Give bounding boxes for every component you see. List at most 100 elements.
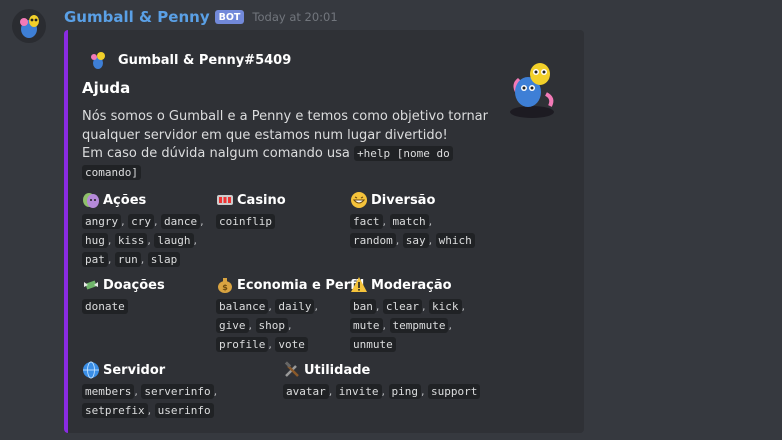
field-commands: fact, match, random, say, which [350, 212, 475, 250]
command-avatar: avatar [283, 384, 329, 399]
field-acoes: Ações angry, cry, dance, hug, kiss, laugh… [82, 190, 204, 269]
field-commands: donate [82, 297, 165, 316]
command-line: angry, cry, dance, [82, 212, 204, 231]
field-title: Economia e Perfil [237, 277, 365, 293]
command-daily: daily [275, 299, 315, 314]
command-line: profile, vote [216, 335, 364, 354]
field-title-row: Ações [82, 190, 204, 210]
svg-text:$: $ [222, 283, 228, 292]
field-title: Ações [103, 192, 147, 208]
field-utilidade: Utilidade avatar, invite, ping, support [283, 360, 481, 401]
command-run: run [114, 252, 141, 267]
field-servidor: Servidor members, serverinfo, setprefix, … [82, 360, 217, 420]
username[interactable]: Gumball & Penny [64, 8, 210, 26]
author-icon [91, 52, 105, 69]
slot-machine-icon [216, 191, 234, 209]
field-moderacao: Moderação ban, clear, kick, mute, tempmut… [350, 275, 465, 354]
comma-separator: , [107, 253, 115, 266]
field-diversao: Diversão fact, match, random, say, which [350, 190, 475, 250]
money-wings-icon [82, 276, 100, 294]
comma-separator: , [147, 404, 155, 417]
comma-separator: , [448, 319, 452, 332]
command-donate: donate [82, 299, 128, 314]
field-doacoes: Doações donate [82, 275, 165, 316]
comma-separator: , [382, 319, 390, 332]
field-casino: Casino coinflip [216, 190, 286, 231]
embed-thumbnail[interactable] [500, 54, 564, 118]
command-balance: balance [216, 299, 269, 314]
comma-separator: , [107, 234, 115, 247]
command-line: fact, match, [350, 212, 475, 231]
field-title: Diversão [371, 192, 436, 208]
command-setprefix: setprefix [82, 403, 148, 418]
field-title: Doações [103, 277, 165, 293]
embed-description: Nós somos o Gumball e a Penny e temos co… [82, 108, 488, 182]
command-line: hug, kiss, laugh, [82, 231, 204, 250]
field-commands: coinflip [216, 212, 286, 231]
command-hug: hug [82, 233, 108, 248]
field-commands: avatar, invite, ping, support [283, 382, 481, 401]
command-ping: ping [388, 384, 421, 399]
bot-tag: BOT [214, 10, 245, 24]
command-line: avatar, invite, ping, support [283, 382, 481, 401]
command-laugh: laugh [154, 233, 194, 248]
command-shop: shop [255, 318, 288, 333]
comma-separator: , [375, 300, 383, 313]
command-clear: clear [382, 299, 422, 314]
command-ban: ban [350, 299, 376, 314]
command-mute: mute [350, 318, 383, 333]
comma-separator: , [328, 385, 336, 398]
money-bag-icon: $ [216, 276, 234, 294]
comma-separator: , [422, 300, 429, 313]
field-title-row: Utilidade [283, 360, 480, 380]
comma-separator: , [248, 319, 256, 332]
description-text: Em caso de dúvida nalgum comando usa [82, 146, 350, 161]
masks-icon [82, 191, 100, 209]
command-line: coinflip [216, 212, 286, 231]
comma-separator: , [314, 300, 318, 313]
comma-separator: , [200, 215, 204, 228]
comma-separator: , [381, 385, 389, 398]
help-command-code: +help [nome do [354, 146, 453, 161]
command-serverinfo: serverinfo [141, 384, 214, 399]
comma-separator: , [395, 234, 403, 247]
field-commands: angry, cry, dance, hug, kiss, laugh, pat… [82, 212, 204, 269]
command-cry: cry [128, 214, 154, 229]
command-line: give, shop, [216, 316, 364, 335]
command-line: donate [82, 297, 165, 316]
command-support: support [428, 384, 481, 399]
comma-separator: , [421, 385, 428, 398]
command-userinfo: userinfo [154, 403, 214, 418]
command-line: mute, tempmute, [350, 316, 465, 335]
command-line: setprefix, userinfo [82, 401, 217, 420]
comma-separator: , [382, 215, 390, 228]
description-line: qualquer servidor em que estamos num lug… [82, 127, 448, 143]
timestamp[interactable]: Today at 20:01 [252, 10, 337, 24]
bot-avatar[interactable] [12, 9, 46, 43]
command-random: random [350, 233, 396, 248]
comma-separator: , [461, 300, 466, 313]
field-commands: members, serverinfo, setprefix, userinfo [82, 382, 217, 420]
command-kick: kick [429, 299, 462, 314]
command-line: pat, run, slap [82, 250, 204, 269]
field-title-row: Moderação [350, 275, 465, 295]
embed-title: Ajuda [82, 79, 131, 97]
field-title: Utilidade [304, 362, 371, 378]
field-commands: ban, clear, kick, mute, tempmute, unmute [350, 297, 465, 354]
command-profile: profile [216, 337, 269, 352]
globe-icon [82, 361, 100, 379]
description-line: Em caso de dúvida nalgum comando usa +he… [82, 145, 477, 164]
grin-icon [350, 191, 368, 209]
command-give: give [216, 318, 249, 333]
command-line: balance, daily, [216, 297, 364, 316]
message-header: Gumball & Penny BOT Today at 20:01 [64, 6, 338, 28]
command-kiss: kiss [114, 233, 148, 248]
command-line: ban, clear, kick, [350, 297, 465, 316]
field-title: Moderação [371, 277, 452, 293]
field-title-row: $ Economia e Perfil [216, 275, 364, 295]
command-invite: invite [335, 384, 382, 399]
warning-icon [350, 276, 368, 294]
command-tempmute: tempmute [389, 318, 449, 333]
command-match: match [389, 214, 429, 229]
command-members: members [82, 384, 135, 399]
